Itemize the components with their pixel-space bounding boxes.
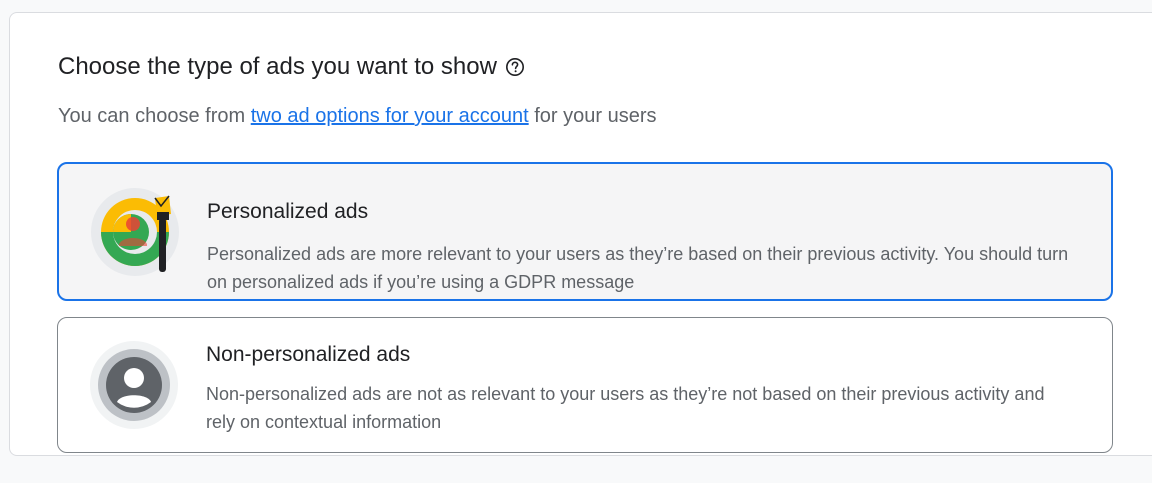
option-personalized-ads[interactable]: Personalized ads Personalized ads are mo… — [57, 162, 1113, 301]
ad-options-link[interactable]: two ad options for your account — [251, 105, 529, 127]
subtitle-prefix: You can choose from — [58, 105, 251, 127]
ads-type-panel: Choose the type of ads you want to show … — [9, 12, 1152, 456]
personalized-user-icon — [89, 186, 181, 278]
help-icon[interactable] — [505, 57, 525, 77]
section-subtitle: You can choose from two ad options for y… — [58, 105, 657, 128]
option-title: Non-personalized ads — [206, 343, 411, 366]
generic-user-icon — [88, 339, 180, 431]
option-description: Non-personalized ads are not as relevant… — [206, 384, 1045, 432]
option-title: Personalized ads — [207, 200, 369, 223]
option-non-personalized-ads[interactable]: Non-personalized ads Non-personalized ad… — [57, 317, 1113, 453]
subtitle-suffix: for your users — [528, 105, 657, 127]
option-description: Personalized ads are more relevant to yo… — [207, 244, 1069, 292]
section-title: Choose the type of ads you want to show — [58, 53, 497, 80]
heading-row: Choose the type of ads you want to show — [58, 53, 525, 81]
